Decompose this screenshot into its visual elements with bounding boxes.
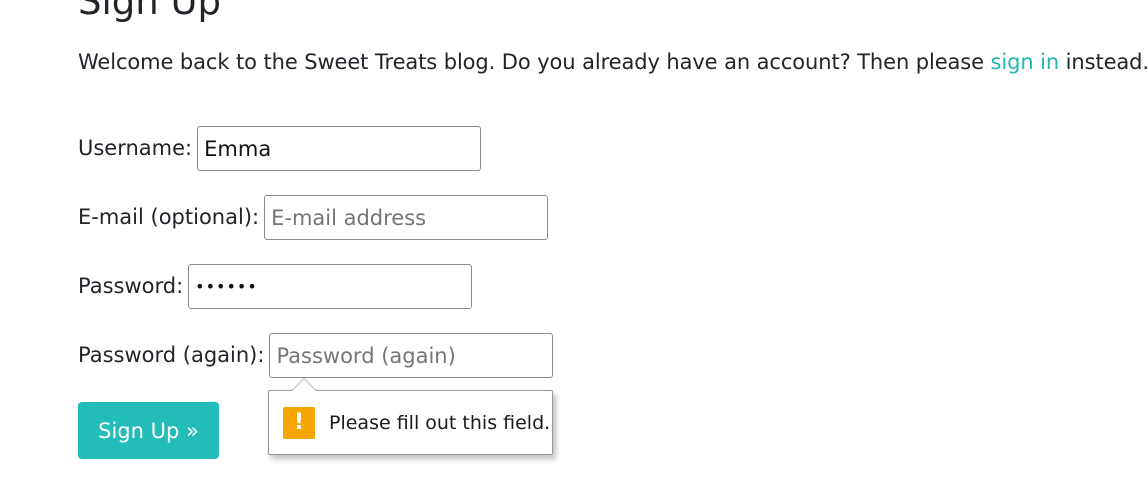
validation-tooltip: ! Please fill out this field.	[268, 378, 553, 455]
password-label: Password:	[78, 274, 184, 298]
username-label: Username:	[78, 136, 193, 160]
email-label: E-mail (optional):	[78, 205, 260, 229]
intro-text: Welcome back to the Sweet Treats blog. D…	[78, 47, 1148, 77]
password-again-row: Password (again):	[78, 333, 554, 378]
tooltip-arrow	[291, 378, 317, 391]
sign-in-link[interactable]: sign in	[991, 50, 1060, 74]
password-again-label: Password (again):	[78, 343, 265, 367]
page-title: Sign Up	[78, 0, 222, 23]
username-row: Username:	[78, 126, 482, 171]
password-input[interactable]	[188, 264, 473, 309]
validation-message: Please fill out this field.	[329, 412, 551, 434]
sign-up-button[interactable]: Sign Up »	[78, 402, 219, 459]
email-input[interactable]	[264, 195, 549, 240]
intro-text-start: Welcome back to the Sweet Treats blog. D…	[78, 50, 991, 74]
intro-text-end: instead.	[1059, 50, 1148, 74]
warning-icon: !	[283, 407, 315, 439]
email-row: E-mail (optional):	[78, 195, 549, 240]
password-again-input[interactable]	[269, 333, 554, 378]
signup-page: Sign Up Welcome back to the Sweet Treats…	[0, 0, 1148, 485]
username-input[interactable]	[197, 126, 482, 171]
password-row: Password:	[78, 264, 473, 309]
